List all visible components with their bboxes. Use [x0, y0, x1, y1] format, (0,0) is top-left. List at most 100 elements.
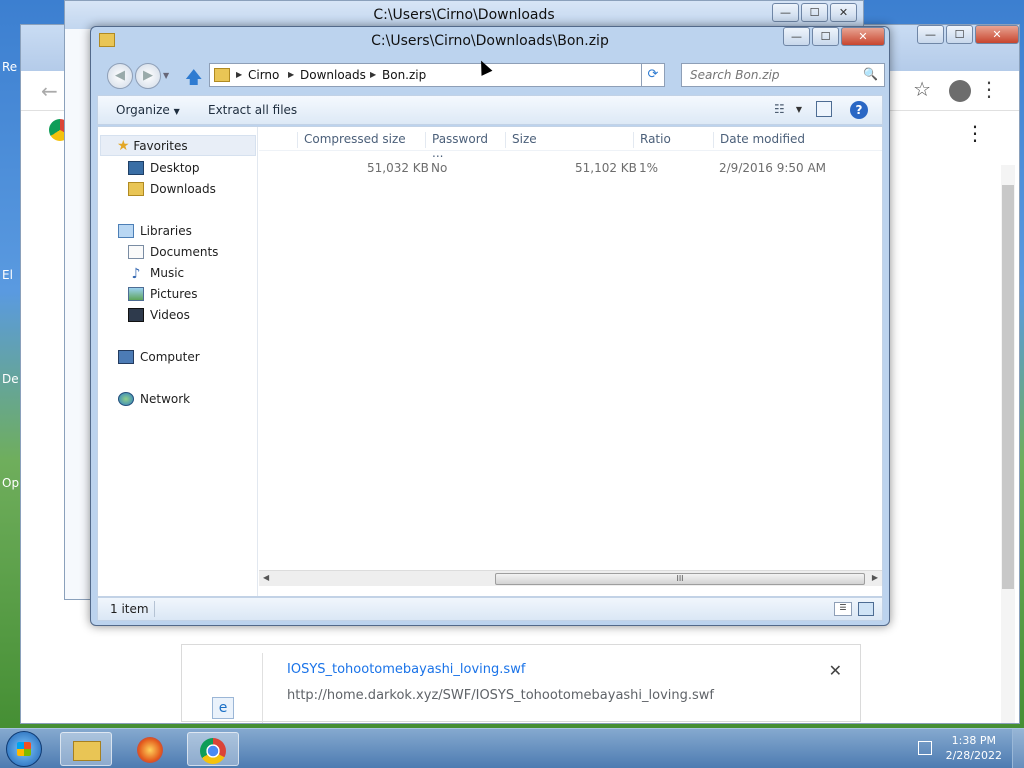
- address-bar[interactable]: ▶ Cirno ▶ Downloads ▶ Bon.zip ▼: [209, 63, 655, 87]
- download-divider: [262, 653, 263, 723]
- profile-avatar[interactable]: [949, 80, 971, 102]
- column-size[interactable]: Size: [505, 132, 631, 148]
- nav-documents[interactable]: Documents: [128, 241, 218, 262]
- minimize-button[interactable]: —: [917, 25, 944, 44]
- search-box[interactable]: 🔍: [681, 63, 885, 87]
- nav-computer[interactable]: Computer: [118, 346, 200, 367]
- computer-icon: [118, 349, 134, 364]
- system-clock[interactable]: 1:38 PM 2/28/2022: [946, 733, 1002, 763]
- firefox-icon: [137, 737, 163, 763]
- maximize-button[interactable]: ☐: [946, 25, 973, 44]
- view-dropdown-icon[interactable]: ▼: [796, 105, 802, 114]
- forward-button[interactable]: ▶: [135, 63, 161, 89]
- minimize-button[interactable]: —: [772, 3, 799, 22]
- taskbar-firefox[interactable]: [125, 732, 177, 766]
- show-desktop-button[interactable]: [1012, 729, 1024, 768]
- clock-time: 1:38 PM: [951, 734, 996, 747]
- scroll-right-icon[interactable]: ▶: [872, 573, 878, 582]
- close-button[interactable]: ✕: [830, 3, 857, 22]
- close-button[interactable]: ✕: [975, 25, 1019, 44]
- nav-libraries[interactable]: Libraries: [118, 220, 192, 241]
- navigation-pane: ★ Favorites Desktop Downloads Libraries …: [98, 127, 258, 596]
- nav-favorites[interactable]: ★ Favorites: [100, 135, 256, 156]
- breadcrumb-downloads[interactable]: Downloads: [300, 68, 366, 82]
- nav-network[interactable]: Network: [118, 388, 190, 409]
- bookmark-star-icon[interactable]: ☆: [913, 77, 931, 101]
- close-icon[interactable]: ✕: [829, 661, 842, 680]
- maximize-button[interactable]: ☐: [801, 3, 828, 22]
- column-ratio[interactable]: Ratio: [633, 132, 709, 148]
- desktop-label-fragment: De: [2, 372, 19, 386]
- column-compressed-size[interactable]: Compressed size: [297, 132, 423, 148]
- taskbar-explorer[interactable]: [60, 732, 112, 766]
- column-date-modified[interactable]: Date modified: [713, 132, 863, 148]
- organize-label: Organize: [116, 103, 170, 117]
- clock-date: 2/28/2022: [945, 749, 1002, 762]
- change-view-icon[interactable]: ☷: [774, 102, 790, 116]
- refresh-icon[interactable]: ⟳: [641, 63, 665, 87]
- close-button[interactable]: ✕: [841, 27, 885, 46]
- nav-label: Downloads: [150, 181, 216, 196]
- music-icon: ♪: [131, 265, 141, 282]
- cell-date-modified: 2/9/2016 9:50 AM: [719, 161, 827, 175]
- download-item-card[interactable]: e IOSYS_tohootomebayashi_loving.swf http…: [181, 644, 861, 723]
- explorer-back-titlebar[interactable]: C:\Users\Cirno\Downloads — ☐ ✕: [65, 1, 863, 29]
- cell-password: No: [431, 161, 448, 175]
- nav-pictures[interactable]: Pictures: [128, 283, 198, 304]
- search-icon[interactable]: 🔍: [863, 67, 878, 81]
- details-view-icon[interactable]: ☰: [834, 602, 852, 616]
- up-one-level-icon[interactable]: 🡅: [185, 65, 202, 94]
- zip-folder-icon: [214, 68, 230, 82]
- start-button[interactable]: [6, 731, 42, 767]
- chrome-menu-icon[interactable]: ⋮: [979, 77, 999, 101]
- file-list-pane: Compressed size Password ... Size Ratio …: [259, 127, 882, 596]
- organize-button[interactable]: Organize ▼: [116, 103, 180, 117]
- explorer-titlebar[interactable]: C:\Users\Cirno\Downloads\Bon.zip — ☐ ✕: [91, 27, 889, 57]
- breadcrumb-bon-zip[interactable]: Bon.zip: [382, 68, 426, 82]
- breadcrumb-separator-icon[interactable]: ▶: [370, 70, 376, 79]
- item-count: 1 item: [110, 602, 149, 616]
- navigation-bar: ◀ ▶ ▼ 🡅 ▶ Cirno ▶ Downloads ▶ Bon.zip ▼ …: [97, 59, 885, 94]
- nav-downloads[interactable]: Downloads: [128, 178, 216, 199]
- nav-music[interactable]: ♪ Music: [128, 262, 185, 283]
- vertical-scrollbar-thumb[interactable]: [1002, 185, 1014, 589]
- network-icon: [118, 391, 134, 406]
- favorites-star-icon: ★: [117, 137, 130, 154]
- scroll-left-icon[interactable]: ◀: [263, 573, 269, 582]
- back-button[interactable]: ◀: [107, 63, 133, 89]
- status-bar: 1 item ☰: [97, 597, 883, 621]
- chrome-icon: [200, 738, 226, 764]
- maximize-button[interactable]: ☐: [812, 27, 839, 46]
- status-divider: [154, 601, 155, 617]
- back-arrow-icon[interactable]: ←: [41, 79, 58, 103]
- nav-videos[interactable]: Videos: [128, 304, 190, 325]
- nav-label: Libraries: [140, 223, 192, 238]
- breadcrumb-cirno[interactable]: Cirno: [248, 68, 279, 82]
- large-icons-view-icon[interactable]: [858, 602, 874, 616]
- window-title: C:\Users\Cirno\Downloads\Bon.zip: [371, 33, 609, 49]
- network-tray-icon[interactable]: [918, 741, 932, 755]
- breadcrumb-separator-icon[interactable]: ▶: [288, 70, 294, 79]
- desktop-label-fragment: Re: [2, 60, 18, 74]
- breadcrumb-separator-icon[interactable]: ▶: [236, 70, 242, 79]
- horizontal-scroll-thumb[interactable]: III: [495, 573, 865, 585]
- nav-label: Favorites: [133, 138, 188, 153]
- cell-ratio: 1%: [639, 161, 659, 175]
- help-icon[interactable]: ?: [850, 101, 868, 119]
- download-url-text: http://home.darkok.xyz/SWF/IOSYS_tohooto…: [287, 688, 715, 703]
- cell-size: 51,102 KB: [575, 161, 637, 175]
- desktop-label-fragment: El: [2, 268, 13, 282]
- more-options-icon[interactable]: ⋮: [965, 121, 985, 145]
- taskbar-chrome[interactable]: [187, 732, 239, 766]
- command-bar: Organize ▼ Extract all files ☷ ▼ ?: [97, 95, 883, 125]
- preview-pane-icon[interactable]: [816, 101, 832, 117]
- column-password[interactable]: Password ...: [425, 132, 503, 160]
- desktop-icon: [128, 160, 144, 175]
- extract-all-files-button[interactable]: Extract all files: [208, 103, 297, 117]
- download-filename-link[interactable]: IOSYS_tohootomebayashi_loving.swf: [287, 662, 525, 677]
- recent-pages-dropdown[interactable]: ▼: [163, 71, 169, 80]
- nav-desktop[interactable]: Desktop: [128, 157, 200, 178]
- horizontal-scrollbar[interactable]: ◀ III ▶: [259, 570, 882, 586]
- search-input[interactable]: [682, 64, 852, 86]
- minimize-button[interactable]: —: [783, 27, 810, 46]
